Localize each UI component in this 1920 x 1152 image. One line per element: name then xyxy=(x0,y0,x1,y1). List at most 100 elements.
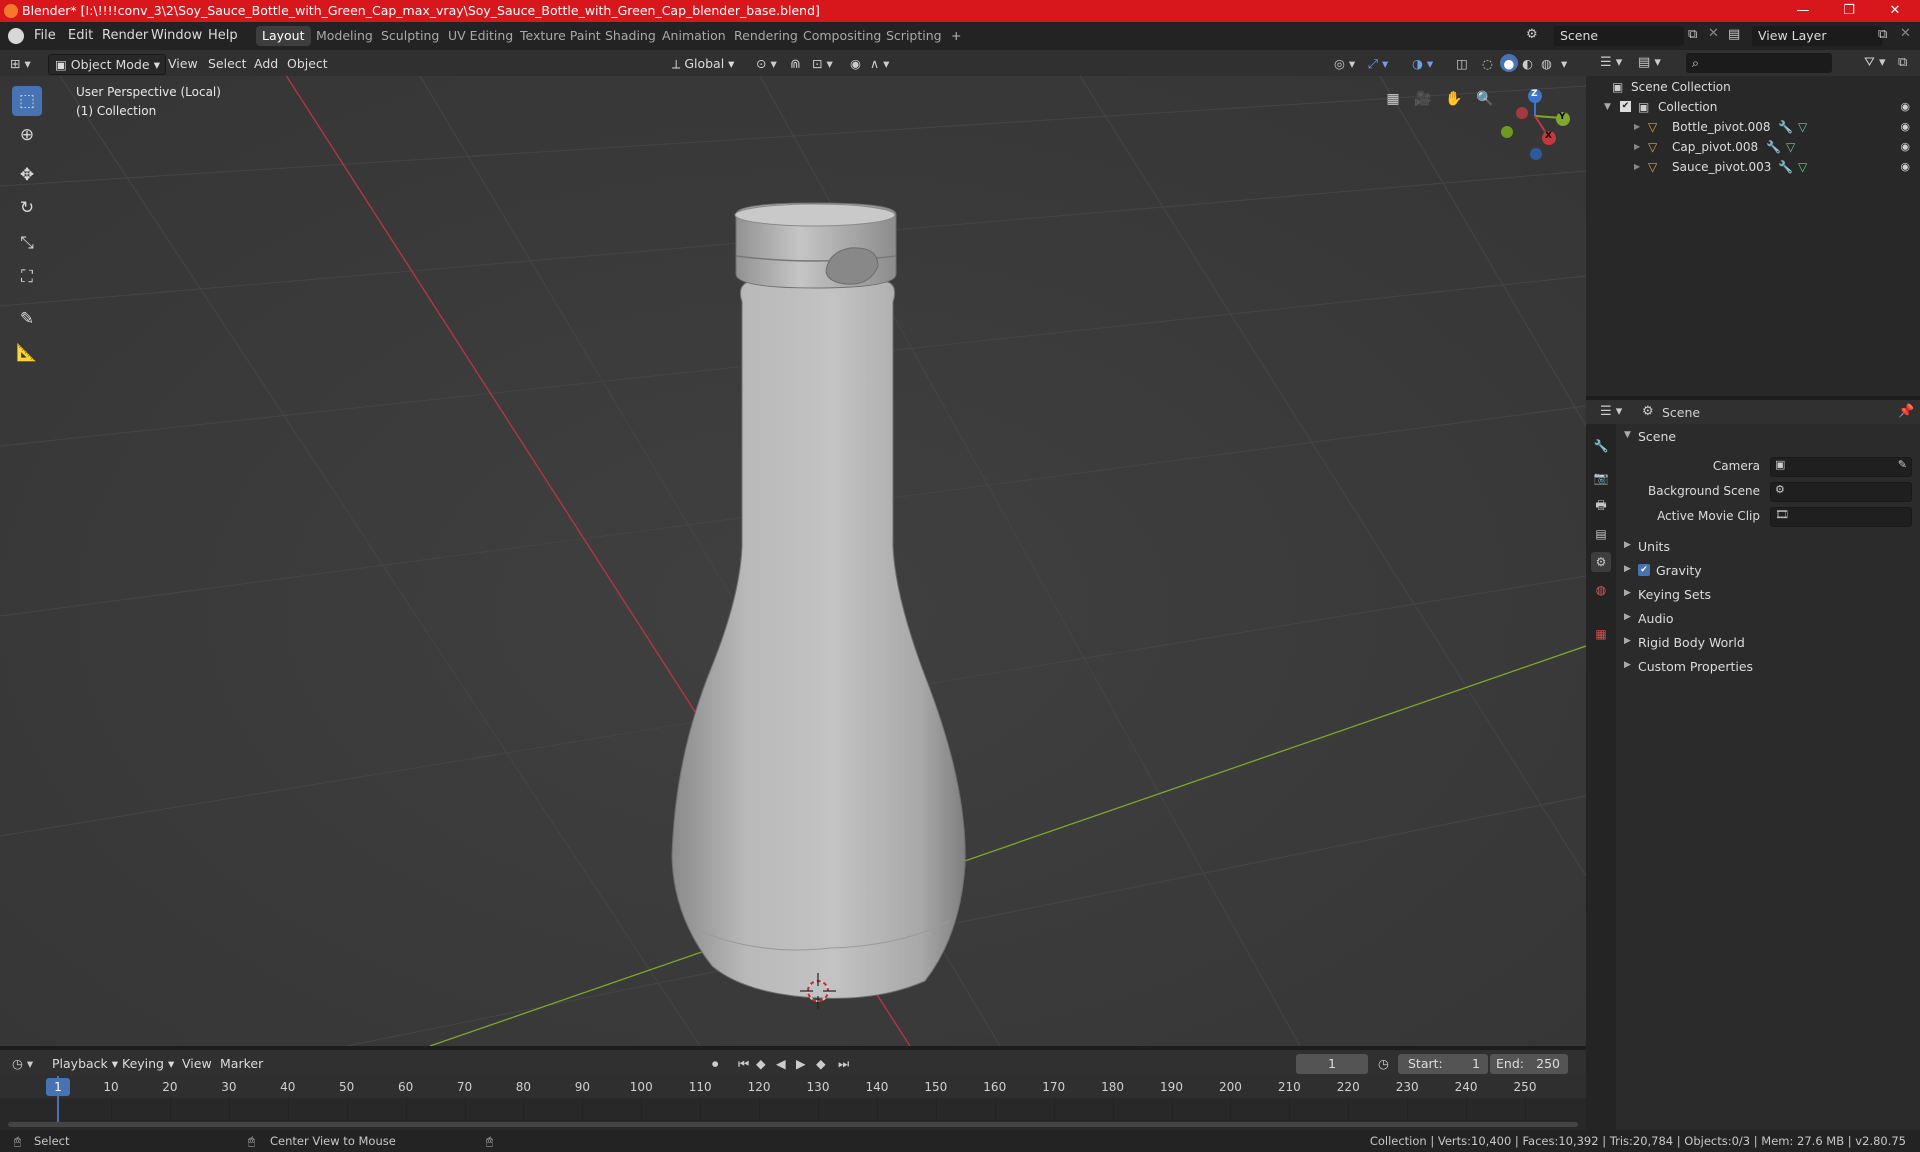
gravity-checkbox[interactable]: ✔ xyxy=(1638,564,1650,576)
properties-editor-type-icon[interactable]: ☰ ▾ xyxy=(1600,404,1622,419)
filter-icon[interactable]: ⛛ ▾ xyxy=(1864,55,1886,70)
active-movie-clip-field[interactable]: 🎞 xyxy=(1770,507,1912,527)
timeline-menu-marker[interactable]: Marker xyxy=(220,1054,263,1073)
visibility-icon[interactable]: ◎ ▾ xyxy=(1334,54,1355,73)
timeline-menu-view[interactable]: View xyxy=(182,1054,212,1073)
timeline-editor-type-icon[interactable]: ◷ ▾ xyxy=(12,1054,33,1073)
3d-viewport[interactable]: Z Y X User Perspective (Local) (1) Colle… xyxy=(0,76,1586,1046)
falloff-icon[interactable]: ∧ ▾ xyxy=(870,54,889,73)
viewport-menu-select[interactable]: Select xyxy=(208,54,247,73)
remove-view-layer-icon[interactable]: ✕ xyxy=(1900,26,1911,41)
outliner-object-row[interactable]: ▶ ▽ Sauce_pivot.003 🔧 ▽ ◉ xyxy=(1586,157,1920,177)
render-tab-icon[interactable]: 📷 xyxy=(1591,468,1611,488)
pan-view-icon[interactable]: ✋ xyxy=(1441,86,1467,112)
select-box-tool-icon[interactable]: ⬚ xyxy=(12,86,42,116)
shading-options-icon[interactable]: ▾ xyxy=(1561,54,1567,73)
timeline-body[interactable]: 10 20 30 40 50 60 70 80 90 100 110 120 130 140 150 160 1… xyxy=(0,1076,1586,1130)
texture-tab-icon[interactable]: ▦ xyxy=(1591,624,1611,644)
maximize-button[interactable]: ❐ xyxy=(1826,0,1872,22)
gizmo-toggle-icon[interactable]: ⤢ ▾ xyxy=(1368,54,1388,73)
xray-toggle-icon[interactable]: ◫ xyxy=(1456,54,1468,73)
tab-layout[interactable]: Layout xyxy=(256,26,311,46)
eye-icon[interactable]: ◉ xyxy=(1900,100,1910,113)
pin-icon[interactable]: 📌 xyxy=(1898,404,1914,419)
close-button[interactable]: ✕ xyxy=(1872,0,1918,22)
custom-properties-panel[interactable]: ▶ Custom Properties xyxy=(1620,656,1916,678)
outliner-search-input[interactable]: ⌕ xyxy=(1686,53,1832,73)
start-frame-field[interactable]: Start: 1 xyxy=(1398,1054,1488,1074)
view-layer-tab-icon[interactable]: ▤ xyxy=(1591,524,1611,544)
scene-icon[interactable]: ⚙ xyxy=(1526,27,1542,43)
audio-panel[interactable]: ▶ Audio xyxy=(1620,608,1916,630)
tab-uv-editing[interactable]: UV Editing xyxy=(442,26,519,46)
rigid-body-world-panel[interactable]: ▶ Rigid Body World xyxy=(1620,632,1916,654)
play-reverse-icon[interactable]: ◀ xyxy=(776,1054,786,1073)
end-frame-field[interactable]: End: 250 xyxy=(1490,1054,1568,1074)
cursor-tool-icon[interactable]: ⊕ xyxy=(12,120,42,150)
camera-field[interactable]: ▣ ✎ xyxy=(1770,457,1912,477)
play-icon[interactable]: ▶ xyxy=(796,1054,806,1073)
next-keyframe-icon[interactable]: ◆ xyxy=(816,1054,826,1073)
expand-arrow-icon[interactable]: ▶ xyxy=(1634,142,1640,151)
zoom-view-icon[interactable]: 🔍 xyxy=(1472,86,1498,112)
new-collection-icon[interactable]: ⧉ xyxy=(1898,55,1907,70)
eye-icon[interactable]: ◉ xyxy=(1900,140,1910,153)
blender-menu-icon[interactable] xyxy=(8,28,24,44)
collection-checkbox[interactable]: ✔ xyxy=(1620,101,1631,112)
tool-tab-icon[interactable]: 🔧 xyxy=(1591,436,1611,456)
viewport-menu-object[interactable]: Object xyxy=(287,54,328,73)
menu-window[interactable]: Window xyxy=(151,28,202,43)
keying-sets-panel[interactable]: ▶ Keying Sets xyxy=(1620,584,1916,606)
jump-end-icon[interactable]: ⏭ xyxy=(838,1054,849,1073)
wireframe-shading-icon[interactable]: ◌ xyxy=(1482,54,1493,73)
new-scene-icon[interactable]: ⧉ xyxy=(1688,27,1697,42)
current-frame-field[interactable]: 1 xyxy=(1296,1054,1368,1074)
solid-shading-icon[interactable]: ● xyxy=(1500,54,1518,72)
output-tab-icon[interactable]: 🖶 xyxy=(1591,496,1611,516)
view-layer-selector[interactable]: View Layer xyxy=(1752,26,1882,46)
outliner-scene-collection[interactable]: ▣ Scene Collection xyxy=(1586,77,1920,97)
pivot-point-icon[interactable]: ⊙ ▾ xyxy=(756,54,777,73)
move-tool-icon[interactable]: ✥ xyxy=(12,160,42,190)
display-mode-icon[interactable]: ▤ ▾ xyxy=(1638,55,1661,70)
tab-animation[interactable]: Animation xyxy=(656,26,732,46)
modifier-wrench-icon[interactable]: 🔧 xyxy=(1778,160,1793,174)
menu-help[interactable]: Help xyxy=(208,28,238,43)
tab-texture-paint[interactable]: Texture Paint xyxy=(514,26,607,46)
units-panel[interactable]: ▶ Units xyxy=(1620,536,1916,558)
proportional-edit-icon[interactable]: ◉ xyxy=(850,54,861,73)
prev-keyframe-icon[interactable]: ◆ xyxy=(756,1054,766,1073)
camera-view-icon[interactable]: 🎥 xyxy=(1410,86,1436,112)
minimize-button[interactable]: — xyxy=(1780,0,1826,22)
measure-tool-icon[interactable]: 📐 xyxy=(12,338,42,368)
snap-icon[interactable]: ⋒ xyxy=(790,54,800,73)
modifier-wrench-icon[interactable]: 🔧 xyxy=(1766,140,1781,154)
preview-range-icon[interactable]: ◷ xyxy=(1378,1054,1389,1073)
eyedropper-icon[interactable]: ✎ xyxy=(1898,458,1907,471)
transform-tool-icon[interactable]: ⛶ xyxy=(12,262,42,292)
background-scene-field[interactable]: ⚙ xyxy=(1770,482,1912,502)
eye-icon[interactable]: ◉ xyxy=(1900,120,1910,133)
timeline-menu-playback[interactable]: Playback ▾ xyxy=(52,1054,118,1073)
menu-file[interactable]: File xyxy=(34,28,56,43)
record-icon[interactable]: ⏺ xyxy=(712,1054,718,1073)
view-layer-icon[interactable]: ▤ xyxy=(1728,27,1740,42)
jump-start-icon[interactable]: ⏮ xyxy=(738,1054,749,1073)
outliner-object-row[interactable]: ▶ ▽ Bottle_pivot.008 🔧 ▽ ◉ xyxy=(1586,117,1920,137)
snap-target-icon[interactable]: ⊡ ▾ xyxy=(812,54,833,73)
toggle-camera-grid-icon[interactable]: ▦ xyxy=(1380,86,1406,112)
mode-dropdown[interactable]: ▣ Object Mode ▾ xyxy=(48,54,166,75)
new-view-layer-icon[interactable]: ⧉ xyxy=(1878,27,1887,42)
expand-arrow-icon[interactable]: ▶ xyxy=(1634,122,1640,131)
outliner-editor-type-icon[interactable]: ☰ ▾ xyxy=(1600,55,1622,70)
rendered-shading-icon[interactable]: ◍ xyxy=(1541,54,1552,73)
annotate-tool-icon[interactable]: ✎ xyxy=(12,304,42,334)
scene-section-header[interactable]: ▼ Scene xyxy=(1620,426,1916,448)
mesh-data-icon[interactable]: ▽ xyxy=(1798,160,1807,174)
overlays-toggle-icon[interactable]: ◑ ▾ xyxy=(1412,54,1433,73)
tab-modeling[interactable]: Modeling xyxy=(310,26,379,46)
mesh-data-icon[interactable]: ▽ xyxy=(1798,120,1807,134)
tab-shading[interactable]: Shading xyxy=(599,26,662,46)
tab-sculpting[interactable]: Sculpting xyxy=(375,26,445,46)
tab-scripting[interactable]: Scripting xyxy=(880,26,948,46)
